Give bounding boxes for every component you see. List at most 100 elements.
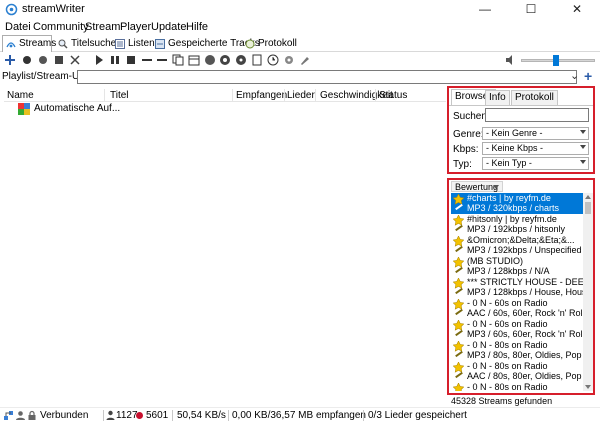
settings-icon[interactable]: [283, 54, 295, 66]
list-item[interactable]: #charts | by reyfm.de MP3 / 320kbps / cha…: [451, 193, 583, 214]
tab-protokoll[interactable]: Protokoll: [242, 36, 297, 52]
menu-community[interactable]: Community: [33, 21, 89, 33]
saved-status: 0/3 Lieder gespeichert: [368, 410, 467, 421]
scrollbar-thumb[interactable]: [585, 202, 591, 214]
stop-icon[interactable]: [125, 54, 137, 66]
typ-label: Typ:: [453, 159, 472, 170]
title-bar: streamWriter — ☐ ✕: [0, 0, 600, 19]
tab-streams[interactable]: Streams: [2, 35, 56, 53]
station-details: MP3 / 80s, 80er, Oldies, Pop: [467, 350, 582, 360]
tab-streams-label: Streams: [19, 38, 57, 49]
station-list-panel: Bewertung #charts | by reyfm.de MP3 / 320…: [447, 178, 595, 395]
disc-icon[interactable]: [235, 54, 247, 66]
list-item[interactable]: - 0 N - 60s on Radio AAC / 60s, 60er, Roc…: [451, 298, 583, 319]
timer-icon[interactable]: [267, 54, 279, 66]
sort-dropdown[interactable]: Bewertung: [451, 181, 503, 192]
list-item[interactable]: - 0 N - 80s on Radio MP3 / 80s, 80er, Old…: [451, 340, 583, 361]
remove-all-icon[interactable]: [156, 54, 168, 66]
tab-listen[interactable]: Listen: [112, 36, 155, 52]
list-item[interactable]: Automatische Auf...: [18, 103, 158, 115]
star-icon: [453, 257, 464, 268]
volume-slider-thumb[interactable]: [553, 55, 559, 66]
station-name: - 0 N - 60s on Radio: [467, 298, 548, 308]
tab-info[interactable]: Info: [485, 90, 510, 105]
listener-count: 1127: [116, 410, 138, 421]
play-icon[interactable]: [93, 54, 105, 66]
list-item[interactable]: (MB STUDIO) MP3 / 128kbps / N/A: [451, 256, 583, 277]
brush-icon[interactable]: [299, 54, 311, 66]
scroll-up-icon[interactable]: [585, 195, 591, 199]
star-icon: [453, 362, 464, 373]
rating-icon[interactable]: [219, 54, 231, 66]
stream-list-header: Name Titel Empfangen Lieder Geschwindigk…: [4, 88, 446, 102]
menu-datei[interactable]: Datei: [5, 21, 31, 33]
schedule-icon[interactable]: [188, 54, 200, 66]
menu-player[interactable]: Player: [120, 21, 151, 33]
volume-icon[interactable]: [505, 54, 517, 66]
streams-icon: [6, 42, 16, 48]
column-empfangen[interactable]: Empfangen: [236, 90, 287, 101]
column-status[interactable]: Status: [379, 90, 407, 101]
list-item[interactable]: #hitsonly | by reyfm.de MP3 / 192kbps / h…: [451, 214, 583, 235]
url-add-icon[interactable]: +: [584, 68, 592, 84]
add-icon[interactable]: [4, 54, 16, 66]
app-icon: [5, 3, 18, 16]
toolbar: [0, 52, 600, 69]
station-name: - 0 N - 80s on Radio: [467, 361, 548, 371]
list-item[interactable]: - 0 N - 80s on Radio: [451, 382, 583, 391]
tab-titelsuche[interactable]: Titelsuche: [55, 36, 116, 52]
column-titel[interactable]: Titel: [110, 90, 129, 101]
typ-select[interactable]: - Kein Typ -: [482, 157, 589, 170]
list-item[interactable]: - 0 N - 60s on Radio MP3 / 60s, 60er, Roc…: [451, 319, 583, 340]
remove-icon[interactable]: [141, 54, 153, 66]
menu-hilfe[interactable]: Hilfe: [186, 21, 208, 33]
list-item[interactable]: *** STRICTLY HOUSE - DEEP ...MP3 / 128kb…: [451, 277, 583, 298]
properties-icon[interactable]: [251, 54, 263, 66]
menu-stream[interactable]: Stream: [85, 21, 120, 33]
column-name[interactable]: Name: [7, 90, 34, 101]
station-details: AAC / 80s, 80er, Oldies, Pop: [467, 371, 582, 381]
list-icon: [115, 39, 125, 49]
station-name: - 0 N - 80s on Radio: [467, 340, 548, 350]
main-tabs: Streams Titelsuche Listen Gespeicherte T…: [0, 35, 600, 53]
pause-icon[interactable]: [109, 54, 121, 66]
maximize-button[interactable]: ☐: [508, 0, 554, 19]
list-item[interactable]: - 0 N - 80s on Radio AAC / 80s, 80er, Old…: [451, 361, 583, 382]
station-details: MP3 / 320kbps / charts: [467, 203, 560, 213]
station-details: MP3 / 192kbps / Unspecified: [467, 245, 582, 255]
station-details: AAC / 60s, 60er, Rock 'n' Roll, Twi: [467, 308, 583, 318]
record-icon[interactable]: [21, 54, 33, 66]
stop-record-icon[interactable]: [53, 54, 65, 66]
search-input[interactable]: [485, 108, 589, 122]
station-list: #charts | by reyfm.de MP3 / 320kbps / cha…: [449, 193, 593, 391]
listener-icon: [106, 410, 115, 420]
saved-tracks-icon: [155, 39, 165, 49]
menu-update[interactable]: Update: [151, 21, 186, 33]
station-name: &Omicron;&Delta;&Eta;&...: [467, 235, 575, 245]
tab-browser-protokoll[interactable]: Protokoll: [511, 90, 558, 105]
scroll-down-icon[interactable]: [585, 385, 591, 389]
cut-icon[interactable]: [69, 54, 81, 66]
kbps-select[interactable]: - Keine Kbps -: [482, 142, 589, 155]
tab-titelsuche-label: Titelsuche: [71, 38, 117, 49]
list-item[interactable]: &Omicron;&Delta;&Eta;&... MP3 / 192kbps /…: [451, 235, 583, 256]
station-name: #charts | by reyfm.de: [467, 193, 551, 203]
genre-select[interactable]: - Kein Genre -: [482, 127, 589, 140]
auto-record-icon: [18, 103, 30, 115]
column-lieder[interactable]: Lieder: [287, 90, 315, 101]
typ-value: - Kein Typ -: [486, 158, 532, 168]
received-status: 0,00 KB/36,57 MB empfangen: [232, 410, 366, 421]
url-dropdown-icon[interactable]: ⌄: [570, 69, 579, 82]
tab-listen-label: Listen: [128, 38, 155, 49]
minimize-button[interactable]: —: [462, 0, 508, 19]
star-icon: [453, 236, 464, 247]
url-input[interactable]: [77, 70, 577, 84]
record-stop-icon[interactable]: [37, 54, 49, 66]
close-button[interactable]: ✕: [554, 0, 600, 19]
copy-icon[interactable]: [172, 54, 184, 66]
globe-icon[interactable]: [204, 54, 216, 66]
url-row: Playlist/Stream-URL: ⌄ +: [0, 68, 600, 85]
station-list-scrollbar[interactable]: [583, 193, 593, 391]
star-icon: [453, 194, 464, 205]
status-bar: Verbunden 1127 5601 50,54 KB/s 0,00 KB/3…: [0, 407, 600, 422]
